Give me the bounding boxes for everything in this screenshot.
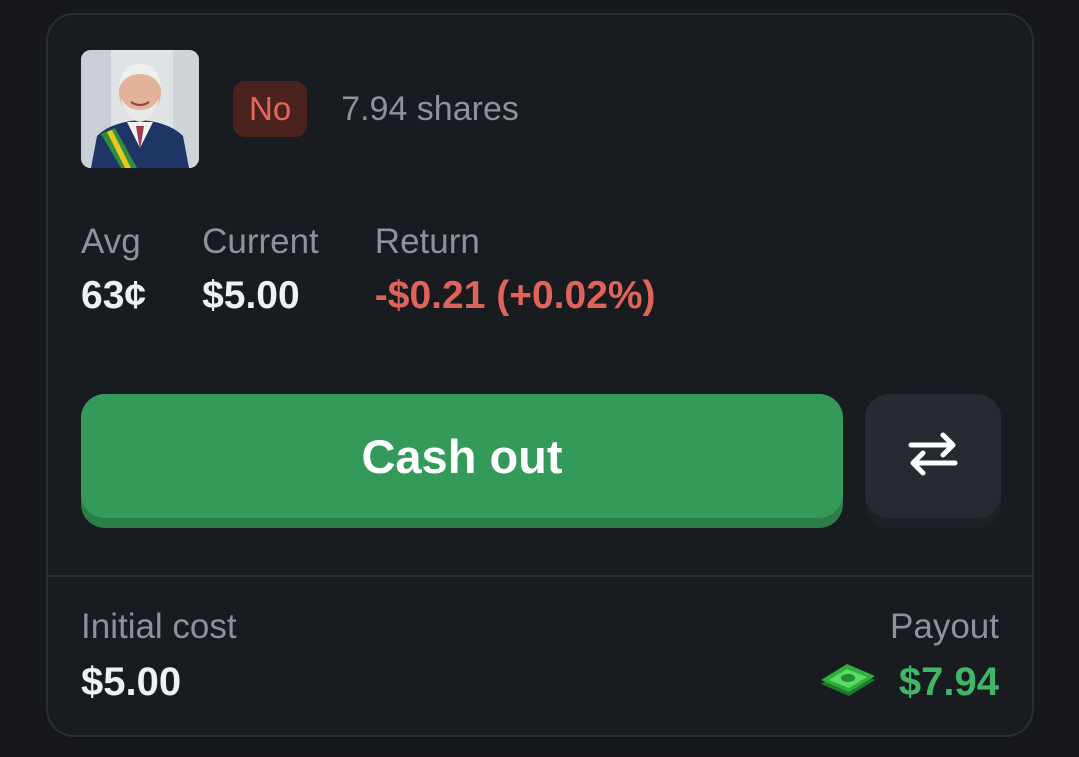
swap-button-face [865, 394, 1001, 518]
divider [48, 575, 1032, 577]
payout-block: Payout $7.94 [819, 601, 999, 711]
initial-cost-block: Initial cost $5.00 [81, 601, 237, 711]
position-card: No 7.94 shares Avg 63¢ Current $5.00 Ret… [46, 13, 1034, 737]
avatar [81, 50, 199, 168]
stat-avg-label: Avg [81, 222, 141, 261]
stat-return-value: -$0.21 (+0.02%) [374, 274, 656, 317]
initial-cost-label: Initial cost [81, 607, 237, 646]
money-bill-icon [819, 660, 877, 705]
stat-avg-value: 63¢ [81, 274, 147, 317]
cash-out-button[interactable]: Cash out [81, 394, 843, 528]
payout-row: $7.94 [819, 653, 999, 711]
swap-button[interactable] [865, 394, 1001, 528]
stat-current-label: Current [202, 222, 319, 261]
position-header: No 7.94 shares [81, 49, 519, 169]
stat-return-label: Return [374, 222, 480, 261]
initial-cost-value: $5.00 [81, 660, 182, 704]
stat-avg: Avg 63¢ [81, 218, 146, 324]
stat-current-value: $5.00 [202, 274, 300, 317]
payout-label: Payout [890, 607, 999, 646]
payout-value: $7.94 [898, 659, 999, 704]
stat-return: Return -$0.21 (+0.02%) [375, 218, 656, 324]
cash-out-label: Cash out [81, 394, 843, 518]
swap-arrows-icon [907, 431, 959, 482]
stat-current: Current $5.00 [202, 218, 319, 324]
stats-row: Avg 63¢ Current $5.00 Return -$0.21 (+0.… [81, 218, 712, 324]
shares-count: 7.94 shares [341, 89, 519, 128]
side-badge: No [233, 81, 308, 137]
